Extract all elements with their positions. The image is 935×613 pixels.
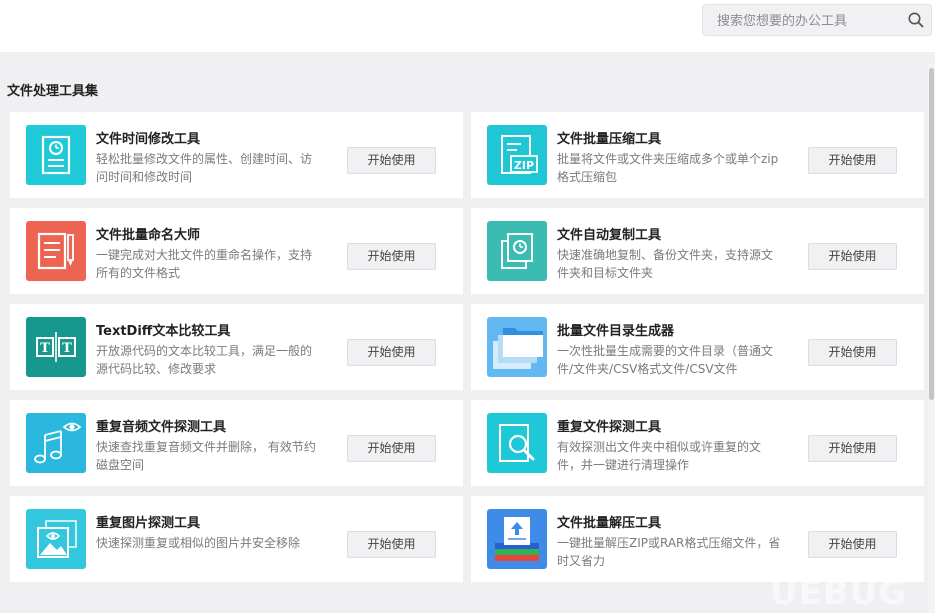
start-button[interactable]: 开始使用 — [347, 147, 436, 174]
tool-card-duplicate-file[interactable]: 重复文件探测工具 有效探测出文件夹中相似或许重复的文件，并一键进行清理操作 开始… — [471, 400, 924, 486]
tool-description: 快速探测重复或相似的图片并安全移除 — [96, 536, 301, 550]
start-button[interactable]: 开始使用 — [808, 435, 897, 462]
text-compare-icon: TT — [26, 317, 86, 377]
copy-clock-icon — [487, 221, 547, 281]
tool-card-batch-rename[interactable]: 文件批量命名大师 一键完成对大批文件的重命名操作，支持所有的文件格式 开始使用 — [10, 208, 463, 294]
tool-description: 批量将文件或文件夹压缩成多个或单个zip格式压缩包 — [557, 152, 779, 184]
start-button[interactable]: 开始使用 — [347, 243, 436, 270]
tool-card-duplicate-audio[interactable]: 重复音频文件探测工具 快速查找重复音频文件并删除， 有效节约磁盘空间 开始使用 — [10, 400, 463, 486]
tool-title: 重复图片探测工具 — [96, 516, 201, 531]
start-button[interactable]: 开始使用 — [808, 243, 897, 270]
tool-card-batch-compress[interactable]: ZIP 文件批量压缩工具 批量将文件或文件夹压缩成多个或单个zip格式压缩包 开… — [471, 112, 924, 198]
document-pencil-icon — [26, 221, 86, 281]
vertical-scrollbar[interactable] — [928, 64, 935, 613]
tool-description: 快速查找重复音频文件并删除， 有效节约磁盘空间 — [96, 440, 316, 472]
tool-title: 重复文件探测工具 — [557, 420, 662, 435]
tool-card-file-time[interactable]: 文件时间修改工具 轻松批量修改文件的属性、创建时间、访问时间和修改时间 开始使用 — [10, 112, 463, 198]
search-input[interactable] — [715, 5, 899, 37]
svg-text:ZIP: ZIP — [514, 159, 534, 172]
tool-title: TextDiff文本比较工具 — [96, 324, 231, 339]
folder-stack-icon — [487, 317, 547, 377]
tool-description: 一次性批量生成需要的文件目录（普通文件/文件夹/CSV格式文件/CSV文件 — [557, 344, 774, 376]
music-eye-icon — [26, 413, 86, 473]
start-button[interactable]: 开始使用 — [347, 339, 436, 366]
tool-description: 轻松批量修改文件的属性、创建时间、访问时间和修改时间 — [96, 152, 313, 184]
tool-title: 文件时间修改工具 — [96, 132, 201, 147]
scrollbar-thumb[interactable] — [929, 68, 934, 400]
section-title: 文件处理工具集 — [7, 84, 99, 99]
tool-title: 重复音频文件探测工具 — [96, 420, 227, 435]
tool-title: 批量文件目录生成器 — [557, 324, 675, 339]
document-clock-icon — [26, 125, 86, 185]
tool-title: 文件批量命名大师 — [96, 228, 201, 243]
zip-archive-icon: ZIP — [487, 125, 547, 185]
top-bar — [0, 0, 935, 52]
start-button[interactable]: 开始使用 — [808, 531, 897, 558]
tool-description: 一键完成对大批文件的重命名操作，支持所有的文件格式 — [96, 248, 313, 280]
tool-card-duplicate-image[interactable]: 重复图片探测工具 快速探测重复或相似的图片并安全移除 开始使用 — [10, 496, 463, 582]
tool-card-batch-extract[interactable]: 文件批量解压工具 一键批量解压ZIP或RAR格式压缩文件，省时又省力 开始使用 — [471, 496, 924, 582]
search-box[interactable] — [702, 4, 932, 37]
tool-description: 快速准确地复制、备份文件夹，支持源文件夹和目标文件夹 — [557, 248, 774, 280]
tool-description: 一键批量解压ZIP或RAR格式压缩文件，省时又省力 — [557, 536, 781, 568]
start-button[interactable]: 开始使用 — [347, 531, 436, 558]
tool-title: 文件批量解压工具 — [557, 516, 662, 531]
watermark: UEBUG — [770, 573, 908, 613]
start-button[interactable]: 开始使用 — [808, 147, 897, 174]
start-button[interactable]: 开始使用 — [808, 339, 897, 366]
file-search-icon — [487, 413, 547, 473]
start-button[interactable]: 开始使用 — [347, 435, 436, 462]
svg-text:T: T — [62, 341, 72, 356]
tool-description: 开放源代码的文本比较工具，满足一般的源代码比较、修改要求 — [96, 344, 313, 376]
tool-title: 文件自动复制工具 — [557, 228, 662, 243]
tool-card-textdiff[interactable]: TT TextDiff文本比较工具 开放源代码的文本比较工具，满足一般的源代码比… — [10, 304, 463, 390]
tool-card-directory-generator[interactable]: 批量文件目录生成器 一次性批量生成需要的文件目录（普通文件/文件夹/CSV格式文… — [471, 304, 924, 390]
unzip-stack-icon — [487, 509, 547, 569]
search-icon[interactable] — [907, 11, 925, 29]
tool-title: 文件批量压缩工具 — [557, 132, 662, 147]
svg-text:T: T — [40, 341, 50, 356]
image-eye-icon — [26, 509, 86, 569]
tool-card-auto-copy[interactable]: 文件自动复制工具 快速准确地复制、备份文件夹，支持源文件夹和目标文件夹 开始使用 — [471, 208, 924, 294]
tool-description: 有效探测出文件夹中相似或许重复的文件，并一键进行清理操作 — [557, 440, 762, 472]
